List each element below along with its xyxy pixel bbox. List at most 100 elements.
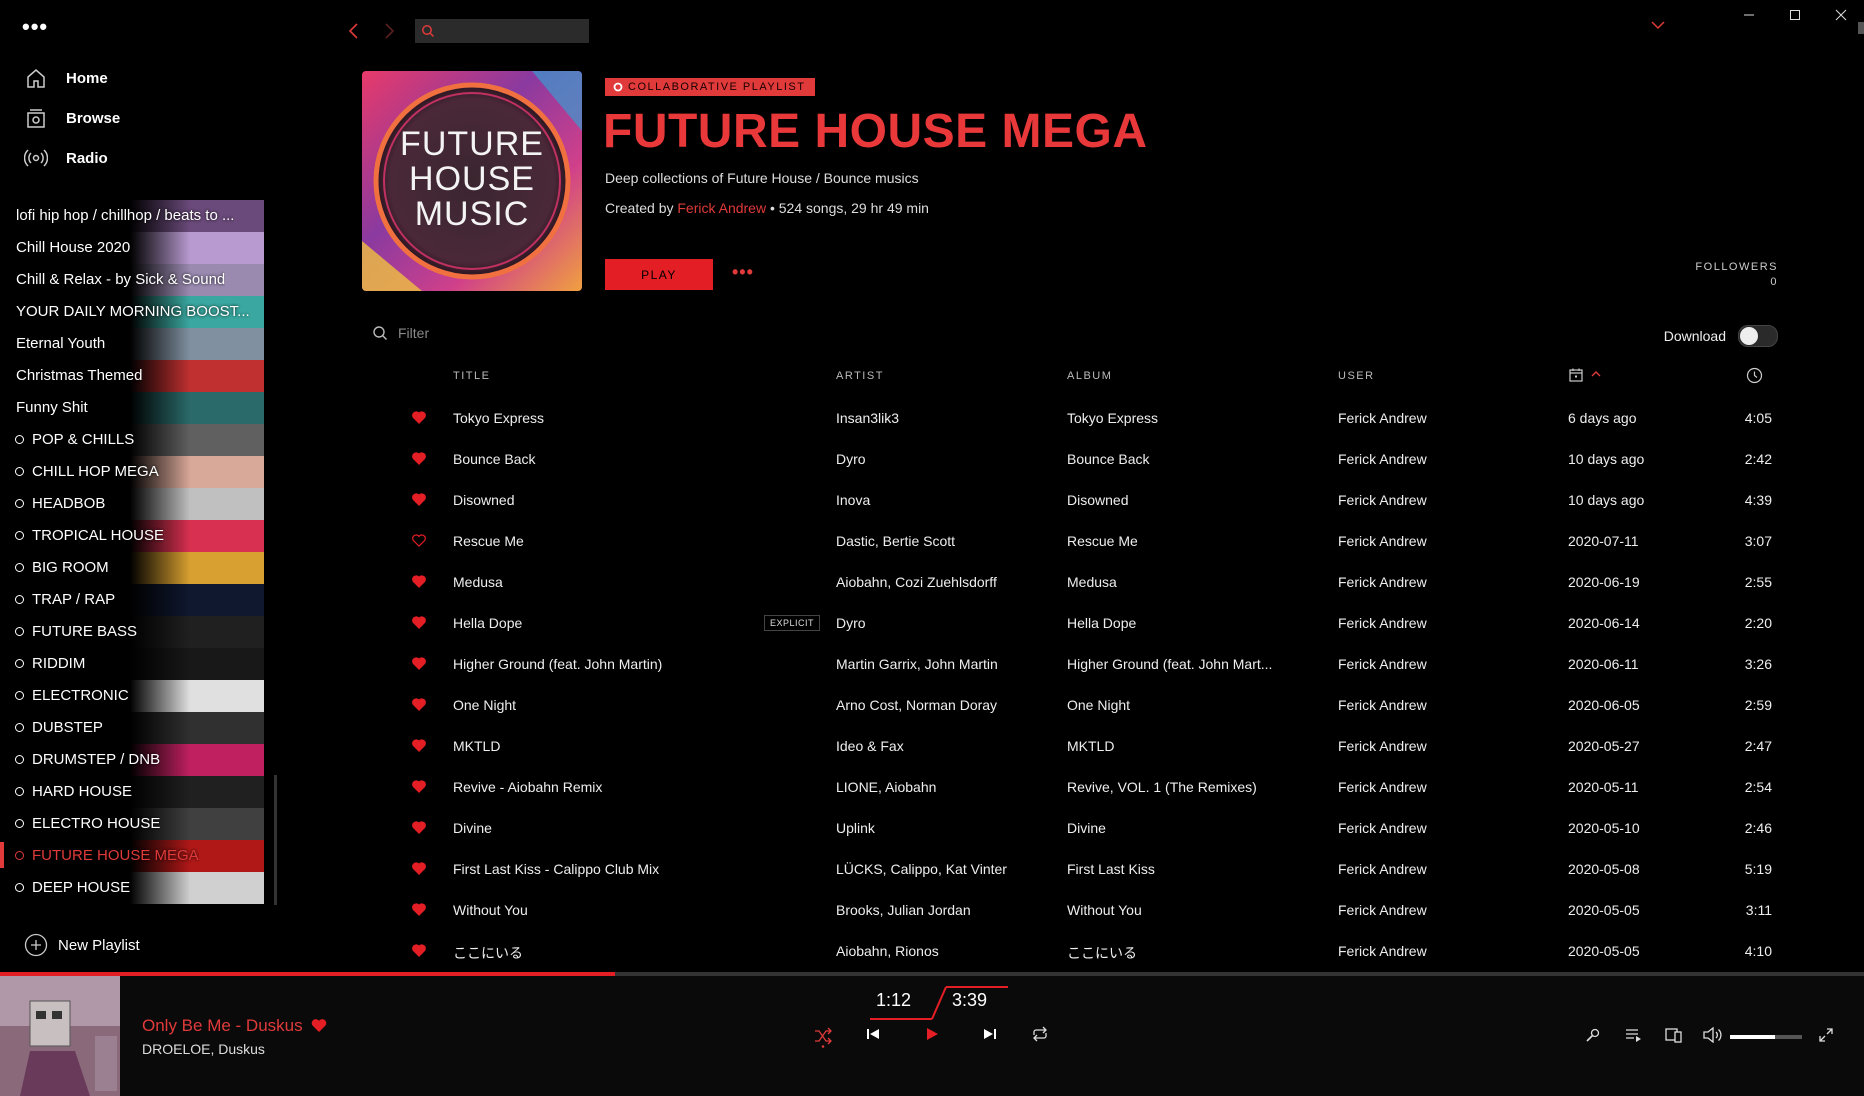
table-row[interactable]: One Night Arno Cost, Norman Doray One Nigh…	[362, 685, 1772, 726]
sidebar-playlist-item[interactable]: YOUR DAILY MORNING BOOST...	[0, 296, 268, 328]
track-artist[interactable]: Dastic, Bertie Scott	[836, 533, 1046, 549]
heart-filled-icon[interactable]	[412, 657, 426, 670]
heart-filled-icon[interactable]	[412, 411, 426, 424]
sidebar-playlist-item[interactable]: ELECTRONIC	[0, 680, 268, 712]
back-icon[interactable]	[347, 21, 361, 41]
next-icon[interactable]	[982, 1026, 998, 1042]
column-title[interactable]: TITLE	[453, 370, 490, 382]
table-row[interactable]: Hella Dope Dyro Hella Dope Ferick Andrew 202…	[362, 603, 1772, 644]
nav-browse[interactable]: Browse	[24, 106, 120, 130]
track-artist[interactable]: Arno Cost, Norman Doray	[836, 697, 1046, 713]
repeat-icon[interactable]	[1031, 1026, 1049, 1042]
table-row[interactable]: First Last Kiss - Calippo Club Mix LÜCKS,…	[362, 849, 1772, 890]
minimize-icon[interactable]	[1726, 0, 1772, 30]
now-playing-title[interactable]: Only Be Me - Duskus	[142, 1016, 302, 1036]
now-playing-art[interactable]	[0, 976, 120, 1096]
devices-icon[interactable]	[1665, 1027, 1683, 1043]
track-user[interactable]: Ferick Andrew	[1338, 533, 1538, 549]
track-artist[interactable]: LÜCKS, Calippo, Kat Vinter	[836, 861, 1046, 877]
sidebar-playlist-item[interactable]: ELECTRO HOUSE	[0, 808, 268, 840]
heart-outline-icon[interactable]	[412, 534, 426, 547]
track-artist[interactable]: Aiobahn, Cozi Zuehlsdorff	[836, 574, 1046, 590]
shuffle-icon[interactable]	[813, 1026, 833, 1048]
track-artist[interactable]: Aiobahn, Rionos	[836, 943, 1046, 959]
track-user[interactable]: Ferick Andrew	[1338, 697, 1538, 713]
sidebar-playlist-item[interactable]: lofi hip hop / chillhop / beats to ...	[0, 200, 268, 232]
sidebar-playlist-item[interactable]: TROPICAL HOUSE	[0, 520, 268, 552]
track-album[interactable]: Medusa	[1067, 574, 1292, 590]
column-artist[interactable]: ARTIST	[836, 370, 884, 382]
sidebar-playlist-item[interactable]: Funny Shit	[0, 392, 268, 424]
track-album[interactable]: Divine	[1067, 820, 1292, 836]
column-user[interactable]: USER	[1338, 370, 1375, 382]
table-row[interactable]: Medusa Aiobahn, Cozi Zuehlsdorff Medusa Fer…	[362, 562, 1772, 603]
table-row[interactable]: ここにいる Aiobahn, Rionos ここにいる Ferick Andrew 20…	[362, 931, 1772, 972]
heart-icon[interactable]	[311, 1018, 327, 1033]
creator-link[interactable]: Ferick Andrew	[677, 200, 766, 216]
column-album[interactable]: ALBUM	[1067, 370, 1112, 382]
sidebar-playlist-item[interactable]: BIG ROOM	[0, 552, 268, 584]
track-user[interactable]: Ferick Andrew	[1338, 779, 1538, 795]
clock-icon[interactable]	[1746, 367, 1763, 384]
heart-filled-icon[interactable]	[412, 575, 426, 588]
track-album[interactable]: First Last Kiss	[1067, 861, 1292, 877]
table-row[interactable]: Disowned Inova Disowned Ferick Andrew 10 day…	[362, 480, 1772, 521]
sidebar-playlist-item[interactable]: FUTURE HOUSE MEGA	[0, 840, 268, 872]
maximize-icon[interactable]	[1772, 0, 1818, 30]
track-album[interactable]: One Night	[1067, 697, 1292, 713]
sidebar-playlist-item[interactable]: TRAP / RAP	[0, 584, 268, 616]
sidebar-playlist-item[interactable]: POP & CHILLS	[0, 424, 268, 456]
sidebar-playlist-item[interactable]: DRUMSTEP / DNB	[0, 744, 268, 776]
heart-filled-icon[interactable]	[412, 698, 426, 711]
calendar-icon[interactable]	[1568, 367, 1584, 383]
track-album[interactable]: Disowned	[1067, 492, 1292, 508]
track-album[interactable]: Without You	[1067, 902, 1292, 918]
track-user[interactable]: Ferick Andrew	[1338, 902, 1538, 918]
main-scrollbar[interactable]	[1858, 22, 1864, 34]
track-artist[interactable]: Dyro	[836, 451, 1046, 467]
nav-radio[interactable]: Radio	[24, 146, 108, 170]
play-button[interactable]: PLAY	[605, 259, 713, 290]
table-row[interactable]: Divine Uplink Divine Ferick Andrew 2020-05-1…	[362, 808, 1772, 849]
track-artist[interactable]: Insan3lik3	[836, 410, 1046, 426]
sidebar-playlist-item[interactable]: CHILL HOP MEGA	[0, 456, 268, 488]
sidebar-playlist-item[interactable]: Chill & Relax - by Sick & Sound	[0, 264, 268, 296]
volume-icon[interactable]	[1703, 1027, 1723, 1043]
filter-input[interactable]: Filter	[372, 325, 429, 341]
track-album[interactable]: Bounce Back	[1067, 451, 1292, 467]
now-playing-artist[interactable]: DROELOE, Duskus	[142, 1041, 265, 1057]
chevron-down-icon[interactable]	[1650, 19, 1666, 31]
menu-dots-icon[interactable]: •••	[22, 14, 48, 40]
sidebar-playlist-item[interactable]: RIDDIM	[0, 648, 268, 680]
sidebar-playlist-item[interactable]: Chill House 2020	[0, 232, 268, 264]
track-album[interactable]: MKTLD	[1067, 738, 1292, 754]
table-row[interactable]: Without You Brooks, Julian Jordan Without …	[362, 890, 1772, 931]
track-album[interactable]: Revive, VOL. 1 (The Remixes)	[1067, 779, 1292, 795]
volume-slider[interactable]	[1730, 1035, 1802, 1039]
track-artist[interactable]: Dyro	[836, 615, 1046, 631]
track-user[interactable]: Ferick Andrew	[1338, 861, 1538, 877]
sidebar-playlist-item[interactable]: FUTURE BASS	[0, 616, 268, 648]
track-artist[interactable]: Ideo & Fax	[836, 738, 1046, 754]
track-artist[interactable]: Martin Garrix, John Martin	[836, 656, 1046, 672]
track-artist[interactable]: Inova	[836, 492, 1046, 508]
table-row[interactable]: Rescue Me Dastic, Bertie Scott Rescue Me Fe…	[362, 521, 1772, 562]
forward-icon[interactable]	[382, 21, 396, 41]
heart-filled-icon[interactable]	[412, 739, 426, 752]
table-row[interactable]: Higher Ground (feat. John Martin) Martin …	[362, 644, 1772, 685]
table-row[interactable]: Bounce Back Dyro Bounce Back Ferick Andrew 1…	[362, 439, 1772, 480]
microphone-icon[interactable]	[1585, 1027, 1601, 1043]
track-user[interactable]: Ferick Andrew	[1338, 738, 1538, 754]
sidebar-playlist-item[interactable]: DUBSTEP	[0, 712, 268, 744]
heart-filled-icon[interactable]	[412, 821, 426, 834]
track-user[interactable]: Ferick Andrew	[1338, 656, 1538, 672]
heart-filled-icon[interactable]	[412, 493, 426, 506]
track-user[interactable]: Ferick Andrew	[1338, 451, 1538, 467]
sidebar-playlist-item[interactable]: HEADBOB	[0, 488, 268, 520]
heart-filled-icon[interactable]	[412, 780, 426, 793]
heart-filled-icon[interactable]	[412, 862, 426, 875]
fullscreen-icon[interactable]	[1818, 1027, 1834, 1043]
track-user[interactable]: Ferick Andrew	[1338, 820, 1538, 836]
track-user[interactable]: Ferick Andrew	[1338, 574, 1538, 590]
play-icon[interactable]	[924, 1026, 940, 1042]
